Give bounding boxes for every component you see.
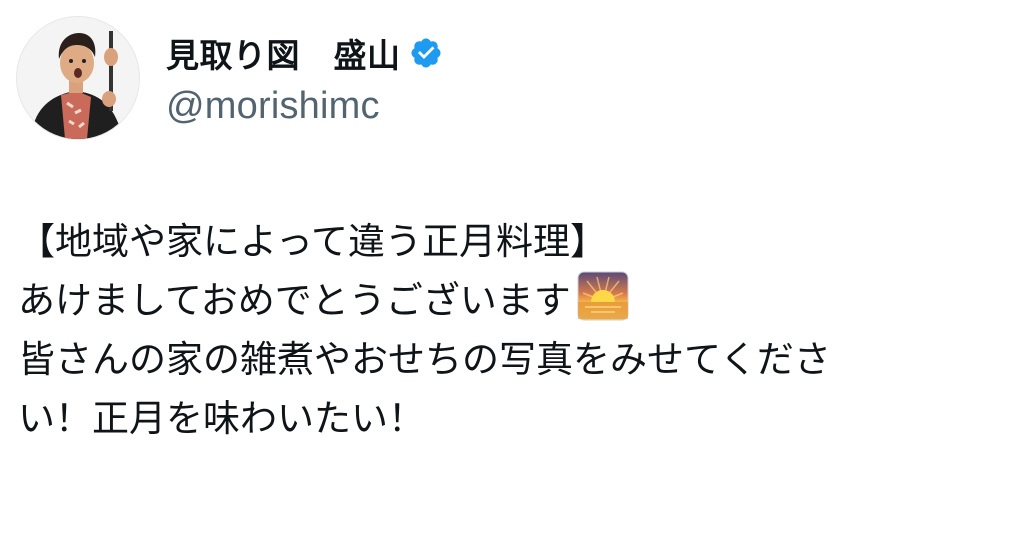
tweet-text: 【地域や家によって違う正月料理】 あけましておめでとうございます 皆さんの家の雑… (18, 212, 1008, 448)
name-block: 見取り図 盛山 @morishimc (166, 29, 443, 128)
tweet-header: 見取り図 盛山 @morishimc (16, 16, 443, 140)
tweet-line: あけましておめでとうございます (18, 271, 1008, 330)
tweet-line: 【地域や家によって違う正月料理】 (18, 212, 1008, 271)
tweet-line-text: 【地域や家によって違う正月料理】 (18, 220, 608, 263)
display-name[interactable]: 見取り図 盛山 (166, 29, 401, 77)
tweet-line-text: い！正月を味わいたい！ (18, 397, 425, 440)
tweet-line-text: 皆さんの家の雑煮やおせちの写真をみせてくださ (18, 338, 831, 381)
person-avatar-icon (17, 17, 139, 139)
tweet-line: い！正月を味わいたい！ (18, 389, 1008, 448)
verified-badge-icon (409, 36, 443, 70)
user-handle[interactable]: @morishimc (166, 85, 443, 128)
avatar[interactable] (16, 16, 140, 140)
sunrise-emoji-icon (577, 271, 629, 321)
tweet-line-text: あけましておめでとうございます (18, 279, 571, 322)
display-name-row: 見取り図 盛山 (166, 29, 443, 77)
tweet-line: 皆さんの家の雑煮やおせちの写真をみせてくださ (18, 330, 1008, 389)
